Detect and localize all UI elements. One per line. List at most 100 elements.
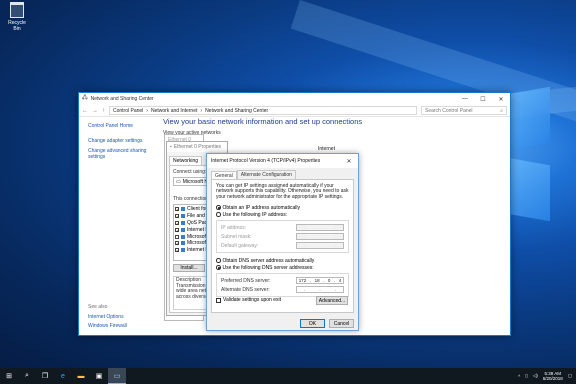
- checkbox[interactable]: [175, 234, 179, 239]
- close-button[interactable]: ✕: [340, 158, 358, 165]
- component-icon: [181, 207, 185, 212]
- store-icon[interactable]: ▣: [90, 368, 108, 384]
- sidebar-item-windows-firewall[interactable]: Windows Firewall: [88, 323, 127, 329]
- radio-selected-icon: [216, 265, 221, 270]
- chevron-right-icon: ›: [200, 107, 203, 114]
- page-title: View your basic network information and …: [163, 117, 363, 126]
- notifications-icon[interactable]: ▢: [568, 373, 572, 379]
- component-icon: [181, 227, 185, 232]
- network-tray-icon[interactable]: ▯: [525, 373, 527, 379]
- forward-arrow-icon[interactable]: →: [92, 108, 98, 114]
- octet: 0: [327, 278, 331, 284]
- general-panel: You can get IP settings assigned automat…: [211, 179, 354, 313]
- checkbox[interactable]: ✓: [175, 241, 179, 246]
- validate-checkbox-row[interactable]: Validate settings upon exit: [216, 297, 281, 303]
- advanced-button[interactable]: Advanced...: [316, 296, 348, 305]
- checkbox[interactable]: ✓: [175, 207, 179, 212]
- system-tray: ^ ▯ ◁) 5:38 AM 6/20/2018 ▢: [518, 371, 576, 381]
- checkbox[interactable]: ✓: [175, 214, 179, 219]
- component-icon: [181, 241, 185, 246]
- field-label: Alternate DNS server:: [221, 286, 270, 293]
- checkbox[interactable]: ✓: [175, 248, 179, 253]
- search-input[interactable]: Search Control Panel ⌕: [421, 106, 507, 115]
- dns-auto-radio[interactable]: Obtain DNS server address automatically: [216, 257, 349, 264]
- radio-icon: [216, 212, 221, 217]
- checkbox[interactable]: ✓: [175, 227, 179, 232]
- recycle-bin-icon[interactable]: Recycle Bin: [4, 2, 30, 32]
- title-bar[interactable]: 🖧 Network and Sharing Center — ☐ ✕: [79, 93, 510, 105]
- search-icon[interactable]: ⌕: [18, 368, 36, 384]
- alternate-dns-row: Alternate DNS server:...: [221, 285, 344, 294]
- clock[interactable]: 5:38 AM 6/20/2018: [543, 371, 563, 381]
- alternate-dns-field[interactable]: ...: [296, 286, 344, 294]
- breadcrumb-item[interactable]: Network and Sharing Center: [205, 108, 268, 114]
- chevron-right-icon: ›: [146, 107, 148, 114]
- dialog-title: Internet Protocol Version 4 (TCP/IPv4) P…: [211, 158, 321, 164]
- field-label: Subnet mask:: [221, 233, 252, 240]
- sidebar-item-internet-options[interactable]: Internet Options: [88, 314, 124, 320]
- dns-manual-radio[interactable]: Use the following DNS server addresses:: [216, 264, 349, 271]
- maximize-button[interactable]: ☐: [474, 96, 492, 103]
- access-type-value: Internet: [318, 146, 335, 152]
- sidebar-item-adapter-settings[interactable]: Change adapter settings: [88, 138, 158, 144]
- search-icon: ⌕: [500, 107, 503, 114]
- sidebar-item-control-panel-home[interactable]: Control Panel Home: [88, 123, 158, 129]
- breadcrumb-item[interactable]: Control Panel: [113, 108, 143, 114]
- recycle-bin-label: Recycle Bin: [8, 20, 26, 32]
- preferred-dns-field[interactable]: 172. 18. 0. 4: [296, 277, 344, 285]
- ip-address-field: ...: [296, 224, 344, 232]
- back-arrow-icon[interactable]: ←: [82, 108, 88, 114]
- breadcrumb-item[interactable]: Network and Internet: [151, 108, 197, 114]
- ip-address-group: IP address:... Subnet mask:... Default g…: [216, 220, 349, 254]
- info-text: You can get IP settings assigned automat…: [216, 183, 349, 200]
- ipv4-properties-dialog: Internet Protocol Version 4 (TCP/IPv4) P…: [206, 153, 359, 331]
- ip-address-row: IP address:...: [221, 223, 344, 232]
- tab-alternate-configuration[interactable]: Alternate Configuration: [236, 170, 296, 179]
- start-windows-icon[interactable]: ⊞: [0, 368, 18, 384]
- field-label: Default gateway:: [221, 242, 259, 249]
- install-button[interactable]: Install...: [173, 264, 205, 272]
- volume-icon[interactable]: ◁): [533, 373, 538, 379]
- sidebar-item-advanced-sharing[interactable]: Change advanced sharing settings: [88, 148, 158, 160]
- control-panel-taskbar-icon[interactable]: ▭: [108, 368, 126, 384]
- window-title: Network and Sharing Center: [90, 96, 154, 102]
- subnet-mask-row: Subnet mask:...: [221, 232, 344, 241]
- component-icon: [181, 234, 185, 239]
- validate-checkbox[interactable]: [216, 297, 221, 303]
- radio-icon: [216, 258, 221, 263]
- checkbox[interactable]: ✓: [175, 220, 179, 225]
- dns-group: Preferred DNS server: 172. 18. 0. 4 Alte…: [216, 273, 349, 298]
- search-placeholder: Search Control Panel: [425, 107, 473, 114]
- task-view-icon[interactable]: ❐: [36, 368, 54, 384]
- chevron-up-icon[interactable]: ^: [518, 374, 520, 379]
- tab-networking[interactable]: Networking: [169, 156, 203, 165]
- desktop: Recycle Bin 🖧 Network and Sharing Center…: [0, 0, 576, 368]
- up-arrow-icon[interactable]: ↑: [102, 108, 105, 114]
- cancel-button[interactable]: Cancel: [329, 319, 354, 328]
- edge-browser-icon[interactable]: e: [54, 368, 72, 384]
- octet: 18: [314, 278, 320, 284]
- octet: 4: [338, 278, 342, 284]
- file-explorer-icon[interactable]: ▬: [72, 368, 90, 384]
- ok-button[interactable]: OK: [300, 319, 325, 328]
- list-item-label: Microsoft: [187, 240, 208, 247]
- radio-label: Obtain DNS server address automatically: [222, 257, 315, 264]
- preferred-dns-row: Preferred DNS server: 172. 18. 0. 4: [221, 276, 344, 285]
- title-bar: ▪ Ethernet 0 Properties: [167, 142, 227, 152]
- title-bar[interactable]: Internet Protocol Version 4 (TCP/IPv4) P…: [207, 154, 358, 168]
- octet: 172: [298, 278, 307, 284]
- network-icon: ▪: [170, 144, 172, 150]
- adapter-icon: ▭: [176, 178, 181, 185]
- ip-manual-radio[interactable]: Use the following IP address:: [216, 211, 349, 218]
- close-button[interactable]: ✕: [492, 96, 510, 103]
- address-bar: ← → ↑ Control Panel › Network and Interne…: [79, 105, 510, 117]
- sidebar: Control Panel Home Change adapter settin…: [88, 123, 158, 164]
- radio-label: Obtain an IP address automatically: [222, 204, 300, 211]
- minimize-button[interactable]: —: [456, 96, 474, 102]
- checkbox-label: Validate settings upon exit: [223, 297, 282, 303]
- field-label: IP address:: [221, 224, 247, 231]
- see-also-heading: See also: [88, 304, 108, 310]
- breadcrumb[interactable]: Control Panel › Network and Internet › Net…: [109, 106, 417, 115]
- tab-bar: General Alternate Configuration: [211, 170, 296, 180]
- ip-auto-radio[interactable]: Obtain an IP address automatically: [216, 204, 349, 211]
